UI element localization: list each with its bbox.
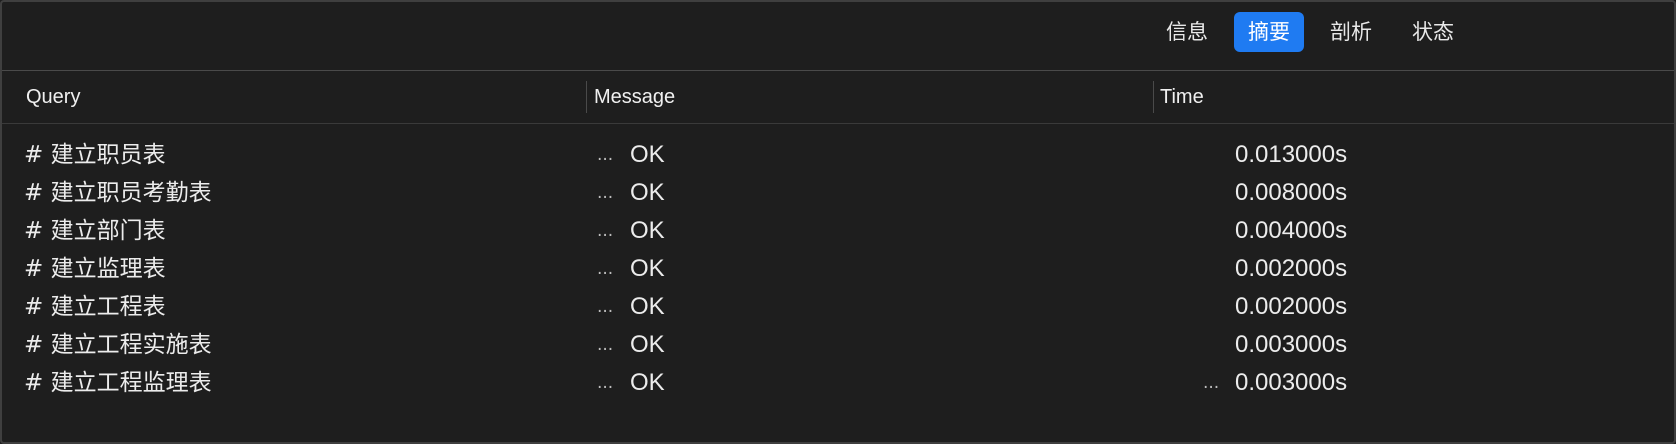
table-body: # 建立职员表 ... OK 0.013000s # 建立职员考勤表 ... O… [2, 136, 1674, 402]
table-row[interactable]: # 建立职员考勤表 ... OK 0.008000s [2, 174, 1674, 212]
time-cell: 0.003000s [1235, 331, 1348, 358]
column-resize-handle-query[interactable] [586, 81, 587, 113]
table-header: Query Message Time [2, 71, 1674, 124]
time-cell: 0.002000s [1235, 255, 1348, 282]
column-header-message[interactable]: Message [594, 71, 675, 123]
table-row[interactable]: # 建立职员表 ... OK 0.013000s [2, 136, 1674, 174]
tab-bar: 信息 摘要 剖析 状态 [2, 2, 1674, 71]
tab-info[interactable]: 信息 [1152, 12, 1222, 52]
message-cell: OK [630, 141, 665, 168]
table-row[interactable]: # 建立工程实施表 ... OK 0.003000s [2, 326, 1674, 364]
query-truncation-ellipsis: ... [597, 259, 614, 279]
query-cell: # 建立工程监理表 [24, 370, 212, 396]
query-truncation-ellipsis: ... [597, 373, 614, 393]
query-cell: # 建立工程表 [24, 294, 166, 320]
message-truncation-ellipsis: ... [1203, 373, 1220, 393]
summary-panel: 信息 摘要 剖析 状态 Query Message Time # 建立职员表 .… [0, 0, 1676, 444]
time-cell: 0.013000s [1235, 141, 1348, 168]
query-truncation-ellipsis: ... [597, 297, 614, 317]
tab-profile[interactable]: 剖析 [1316, 12, 1386, 52]
query-cell: # 建立工程实施表 [24, 332, 212, 358]
tab-group: 信息 摘要 剖析 状态 [1152, 12, 1480, 52]
query-truncation-ellipsis: ... [597, 335, 614, 355]
query-cell: # 建立职员考勤表 [24, 180, 212, 206]
time-cell: 0.003000s [1235, 369, 1348, 396]
query-truncation-ellipsis: ... [597, 145, 614, 165]
message-cell: OK [630, 179, 665, 206]
table-row[interactable]: # 建立工程监理表 ... OK ... 0.003000s [2, 364, 1674, 402]
column-resize-handle-message[interactable] [1153, 81, 1154, 113]
column-header-time[interactable]: Time [1160, 71, 1204, 123]
time-cell: 0.002000s [1235, 293, 1348, 320]
message-cell: OK [630, 217, 665, 244]
tab-summary[interactable]: 摘要 [1234, 12, 1304, 52]
table-row[interactable]: # 建立监理表 ... OK 0.002000s [2, 250, 1674, 288]
time-cell: 0.004000s [1235, 217, 1348, 244]
query-truncation-ellipsis: ... [597, 221, 614, 241]
time-cell: 0.008000s [1235, 179, 1348, 206]
column-header-query[interactable]: Query [26, 71, 80, 123]
message-cell: OK [630, 369, 665, 396]
message-cell: OK [630, 255, 665, 282]
message-cell: OK [630, 293, 665, 320]
query-cell: # 建立部门表 [24, 218, 166, 244]
tab-status[interactable]: 状态 [1398, 12, 1468, 52]
query-cell: # 建立职员表 [24, 142, 166, 168]
table-row[interactable]: # 建立工程表 ... OK 0.002000s [2, 288, 1674, 326]
table-row[interactable]: # 建立部门表 ... OK 0.004000s [2, 212, 1674, 250]
message-cell: OK [630, 331, 665, 358]
query-cell: # 建立监理表 [24, 256, 166, 282]
query-truncation-ellipsis: ... [597, 183, 614, 203]
